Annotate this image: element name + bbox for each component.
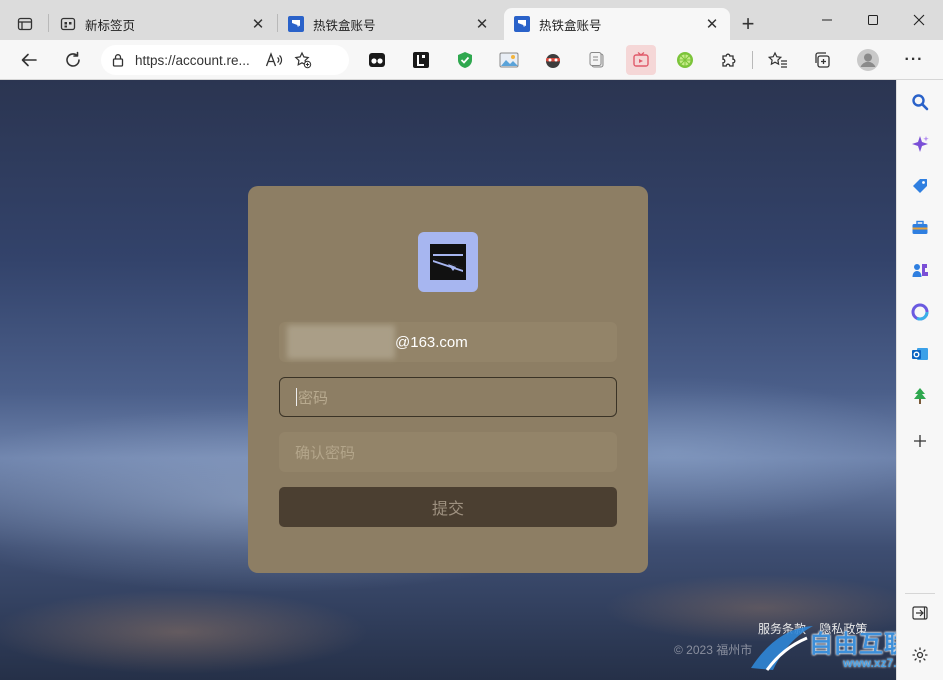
close-tab-icon[interactable]: ✕: [704, 16, 720, 33]
submit-button[interactable]: 提交: [279, 487, 617, 527]
tab-label: 热铁盒账号: [539, 18, 602, 33]
url-text[interactable]: https://account.re...: [135, 53, 260, 68]
maximize-button[interactable]: [850, 6, 896, 34]
tab-new-tab[interactable]: 新标签页 ✕: [50, 8, 276, 40]
shield-check-icon[interactable]: [454, 49, 476, 71]
lock-icon[interactable]: [101, 53, 135, 67]
password-input[interactable]: 密码: [279, 377, 617, 417]
browser-toolbar: https://account.re... ···: [0, 40, 943, 80]
close-window-button[interactable]: [896, 6, 942, 34]
back-arrow-icon: [21, 53, 37, 67]
maximize-icon: [868, 15, 878, 25]
site-logo-icon: [288, 16, 304, 32]
tab-label: 热铁盒账号: [313, 18, 376, 33]
refresh-button[interactable]: [58, 45, 88, 75]
tab-account-2[interactable]: 热铁盒账号 ✕: [504, 8, 730, 40]
toolbar-separator: [752, 51, 753, 69]
tampermonkey-icon[interactable]: [366, 49, 388, 71]
spy-icon[interactable]: [542, 49, 564, 71]
tv-icon[interactable]: [626, 45, 656, 75]
copilot-icon[interactable]: [907, 131, 933, 157]
menu-button[interactable]: ···: [899, 45, 929, 75]
office-icon[interactable]: [907, 299, 933, 325]
settings-icon[interactable]: [907, 642, 933, 668]
close-tab-icon[interactable]: ✕: [250, 16, 266, 33]
toolbox-icon[interactable]: [907, 215, 933, 241]
letter-l-icon[interactable]: [410, 49, 432, 71]
close-icon: [913, 14, 925, 26]
tab-separator: [48, 14, 49, 32]
panel-icon[interactable]: [907, 600, 933, 626]
add-favorite-icon[interactable]: [288, 51, 318, 69]
email-domain: @163.com: [395, 333, 468, 351]
site-logo-icon: [514, 16, 530, 32]
tab-account-1[interactable]: 热铁盒账号 ✕: [278, 8, 500, 40]
favorites-icon[interactable]: [767, 49, 789, 71]
tab-strip: 新标签页 ✕ 热铁盒账号 ✕ 热铁盒账号 ✕ +: [0, 0, 943, 40]
collections-icon[interactable]: [811, 49, 833, 71]
page-viewport: @163.com 密码 确认密码 提交 服务条款 隐私政策 © 2023 福州市: [0, 80, 896, 680]
minimize-button[interactable]: [804, 6, 850, 34]
email-field[interactable]: @163.com: [279, 322, 617, 362]
clipboard-icon[interactable]: [586, 49, 608, 71]
read-aloud-icon[interactable]: [260, 52, 288, 68]
games-icon[interactable]: [907, 257, 933, 283]
reset-password-card: @163.com 密码 确认密码 提交: [248, 186, 648, 573]
edge-sidebar: [896, 80, 943, 680]
refresh-icon: [66, 51, 80, 67]
tab-label: 新标签页: [85, 18, 136, 33]
new-tab-button[interactable]: +: [734, 10, 762, 38]
outlook-icon[interactable]: [907, 341, 933, 367]
password-placeholder: 密码: [298, 389, 329, 407]
puzzle-icon[interactable]: [718, 49, 740, 71]
text-caret: [296, 388, 297, 406]
tree-icon[interactable]: [907, 383, 933, 409]
confirm-password-input[interactable]: 确认密码: [279, 432, 617, 472]
tab-actions-icon: [17, 17, 33, 31]
add-icon[interactable]: [907, 428, 933, 454]
watermark-swoosh-icon: [751, 626, 813, 671]
tab-actions-button[interactable]: [8, 8, 42, 40]
minimize-icon: [822, 19, 832, 21]
back-button[interactable]: [14, 45, 44, 75]
image-icon[interactable]: [498, 49, 520, 71]
search-icon[interactable]: [907, 89, 933, 115]
copyright-text: © 2023 福州市: [674, 643, 753, 657]
confirm-password-placeholder: 确认密码: [295, 444, 356, 462]
close-tab-icon[interactable]: ✕: [474, 16, 490, 33]
tag-icon[interactable]: [907, 173, 933, 199]
email-mask: [287, 325, 395, 359]
new-tab-page-icon: [60, 16, 76, 32]
address-bar[interactable]: https://account.re...: [101, 45, 349, 75]
avatar[interactable]: [855, 47, 881, 73]
sidebar-divider: [905, 593, 935, 594]
site-logo-icon: [418, 232, 478, 292]
lime-icon[interactable]: [674, 49, 696, 71]
